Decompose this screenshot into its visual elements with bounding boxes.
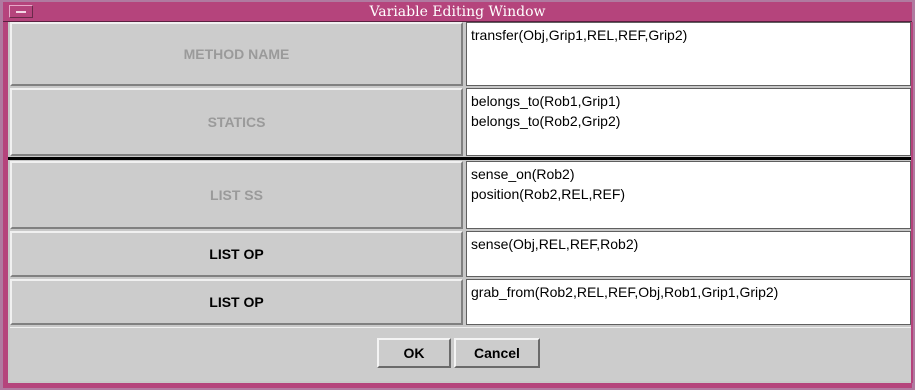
row-list-op-1: LIST OP sense(Obj,REL,REF,Rob2)	[8, 231, 911, 277]
row-list-op-2: LIST OP grab_from(Rob2,REL,REF,Obj,Rob1,…	[8, 279, 911, 325]
button-bar: OK Cancel	[10, 327, 911, 381]
ok-button[interactable]: OK	[377, 338, 451, 368]
list-ss-label: LIST SS	[10, 161, 463, 229]
list-ss-field[interactable]: sense_on(Rob2) position(Rob2,REL,REF)	[466, 161, 911, 229]
statics-label: STATICS	[10, 88, 463, 156]
row-list-ss: LIST SS sense_on(Rob2) position(Rob2,REL…	[8, 161, 911, 229]
list-op-1-field[interactable]: sense(Obj,REL,REF,Rob2)	[466, 231, 911, 277]
variable-editing-window: Variable Editing Window METHOD NAME tran…	[0, 0, 915, 390]
title-bar[interactable]: Variable Editing Window	[3, 2, 912, 22]
list-op-2-field[interactable]: grab_from(Rob2,REL,REF,Obj,Rob1,Grip1,Gr…	[466, 279, 911, 325]
row-statics: STATICS belongs_to(Rob1,Grip1) belongs_t…	[8, 88, 911, 156]
window-border-right	[911, 22, 913, 383]
list-op-2-label: LIST OP	[10, 279, 463, 325]
section-divider	[8, 157, 911, 160]
window-title: Variable Editing Window	[369, 4, 546, 20]
row-method-name: METHOD NAME transfer(Obj,Grip1,REL,REF,G…	[8, 22, 911, 86]
list-op-1-label: LIST OP	[10, 231, 463, 277]
method-name-label: METHOD NAME	[10, 22, 463, 86]
statics-field[interactable]: belongs_to(Rob1,Grip1) belongs_to(Rob2,G…	[466, 88, 911, 156]
cancel-button[interactable]: Cancel	[454, 338, 540, 368]
method-name-field[interactable]: transfer(Obj,Grip1,REL,REF,Grip2)	[466, 22, 911, 86]
window-border-bottom	[3, 383, 912, 388]
editor-panel: METHOD NAME transfer(Obj,Grip1,REL,REF,G…	[8, 22, 911, 383]
